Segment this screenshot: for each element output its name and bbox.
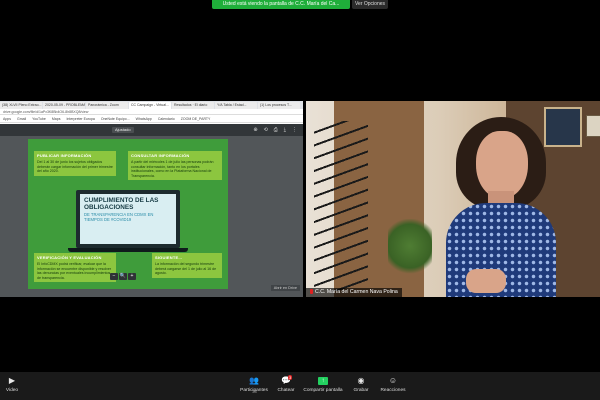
- info-box-next: SIGUIENTE... La información del segundo …: [152, 253, 222, 278]
- bookmark-item[interactable]: YouTube: [32, 116, 46, 122]
- browser-tab-strip: (38) XLVII Pleno Extrao... 2020-05-09 - …: [0, 101, 303, 109]
- info-box-title: CONSULTAR INFORMACIÓN: [131, 153, 190, 158]
- browser-tab[interactable]: Resultados · El diario: [172, 102, 214, 109]
- info-box-text: La información del segundo trimestre deb…: [155, 262, 217, 276]
- laptop-illustration: CUMPLIMIENTO DE LAS OBLIGACIONES DE TRAN…: [76, 190, 180, 248]
- screen-share-banner: Usted está viendo la pantalla de C.C. Ma…: [212, 0, 350, 9]
- print-icon[interactable]: ⎙: [274, 126, 278, 134]
- participants-label: Participantes: [240, 388, 268, 393]
- info-box-text: El InfoCDMX podrá verificar, evaluar que…: [37, 262, 112, 280]
- participants-icon: 👥28: [249, 376, 259, 394]
- bookmark-item[interactable]: Gmail: [17, 116, 26, 122]
- info-box-title: SIGUIENTE...: [155, 255, 183, 260]
- participant-name: C.C. María del Carmen Nava Polina: [315, 289, 398, 295]
- laptop-screen: CUMPLIMIENTO DE LAS OBLIGACIONES DE TRAN…: [80, 194, 176, 244]
- background-plant: [388, 219, 432, 279]
- bookmark-item[interactable]: ZOOM DE_PARTY: [181, 116, 211, 122]
- info-box-verify: VERIFICACIÓN Y EVALUACIÓN El InfoCDMX po…: [34, 253, 116, 283]
- info-box-title: PUBLICAR INFORMACIÓN: [37, 153, 92, 158]
- pdf-zoom-controls: − 🔍 +: [110, 273, 136, 280]
- person-hand: [466, 269, 506, 293]
- info-box-text: A partir del miércoles 1 de julio las pe…: [131, 160, 214, 178]
- info-box-publish: PUBLICAR INFORMACIÓN Del 1 al 30 de juni…: [34, 151, 116, 176]
- rotate-icon[interactable]: ⟲: [264, 126, 268, 134]
- chat-label: Chatear: [277, 388, 295, 393]
- bookmarks-bar: Apps Gmail YouTube Maps Interpreter Euro…: [0, 116, 303, 123]
- browser-tab[interactable]: 2020-05-09 - PROBLEMAS...: [43, 102, 85, 109]
- video-label: Video: [5, 388, 19, 393]
- background-painting: [544, 107, 582, 147]
- chat-button[interactable]: 💬 3 Chatear: [266, 375, 306, 393]
- reactions-icon: ☺: [388, 376, 398, 385]
- info-box-consult: CONSULTAR INFORMACIÓN A partir del miérc…: [128, 151, 222, 181]
- participant-video[interactable]: C.C. María del Carmen Nava Polina: [306, 101, 600, 297]
- laptop-base: [68, 248, 188, 252]
- info-box-title: VERIFICACIÓN Y EVALUACIÓN: [37, 255, 102, 260]
- reactions-button[interactable]: ☺ Reacciones: [373, 376, 413, 393]
- browser-tab[interactable]: (38) XLVII Pleno Extrao...: [0, 102, 42, 109]
- participant-name-label: C.C. María del Carmen Nava Polina: [306, 288, 402, 297]
- muted-mic-icon: [310, 289, 313, 295]
- infographic-title: CUMPLIMIENTO DE LAS OBLIGACIONES: [84, 197, 159, 211]
- share-screen-label: Compartir pantalla: [303, 388, 343, 393]
- open-in-drive-button[interactable]: Abrir en Drive: [270, 285, 300, 291]
- infographic-subtitle: DE TRANSPARENCIA EN CDMX EN TIEMPOS DE #…: [84, 212, 154, 222]
- bookmark-item[interactable]: Apps: [3, 116, 11, 122]
- more-icon[interactable]: ⋮: [292, 126, 297, 134]
- record-icon: ◉: [357, 376, 365, 385]
- download-icon[interactable]: ⤓: [284, 126, 286, 134]
- bookmark-item[interactable]: Interpreter Europa: [66, 116, 94, 122]
- browser-tab[interactable]: Panorámica - Zoom: [86, 102, 128, 109]
- shared-screen: (38) XLVII Pleno Extrao... 2020-05-09 - …: [0, 101, 303, 297]
- browser-tab[interactable]: Y/A Tabla / Estad...: [215, 102, 257, 109]
- record-label: Grabar: [353, 388, 369, 393]
- bookmark-item[interactable]: WhatsApp: [136, 116, 152, 122]
- magnifier-icon[interactable]: 🔍: [119, 273, 127, 280]
- background-staircase: [314, 121, 368, 291]
- person-face: [476, 131, 528, 199]
- add-icon[interactable]: ⊕: [253, 126, 257, 134]
- document-viewer-toolbar: Ajustado ⊕ ⟲ ⎙ ⤓ ⋮: [0, 124, 303, 136]
- background-frame: [586, 115, 600, 137]
- view-options-button[interactable]: Ver Opciones: [352, 0, 388, 9]
- zoom-in-button[interactable]: +: [128, 273, 136, 280]
- zoom-out-button[interactable]: −: [110, 273, 118, 280]
- bookmark-item[interactable]: OneNote Equipo...: [101, 116, 130, 122]
- share-screen-button[interactable]: ↑ Compartir pantalla: [303, 376, 343, 393]
- address-bar[interactable]: drive.google.com/file/d/1aPx3K8Bb4O6-8h8…: [0, 109, 303, 115]
- infographic: PUBLICAR INFORMACIÓN Del 1 al 30 de juni…: [28, 139, 228, 289]
- bookmark-item[interactable]: Calendario: [158, 116, 175, 122]
- video-button[interactable]: ▶ Video: [0, 376, 32, 393]
- video-camera-icon: ▶: [8, 376, 16, 385]
- zoom-select[interactable]: Ajustado: [112, 127, 134, 133]
- bookmark-item[interactable]: Maps: [52, 116, 61, 122]
- browser-tab-active[interactable]: CC Campaign - Virtual...: [129, 102, 171, 109]
- reactions-label: Reacciones: [380, 388, 406, 393]
- browser-tab[interactable]: (1) Los procesos T...: [258, 102, 300, 109]
- info-box-text: Del 1 al 30 de junio los sujetos obligad…: [37, 160, 113, 174]
- meeting-toolbar: ▶ Video 👥28 Participantes 💬 3 Chatear ↑ …: [0, 372, 600, 400]
- share-screen-icon: ↑: [318, 377, 328, 385]
